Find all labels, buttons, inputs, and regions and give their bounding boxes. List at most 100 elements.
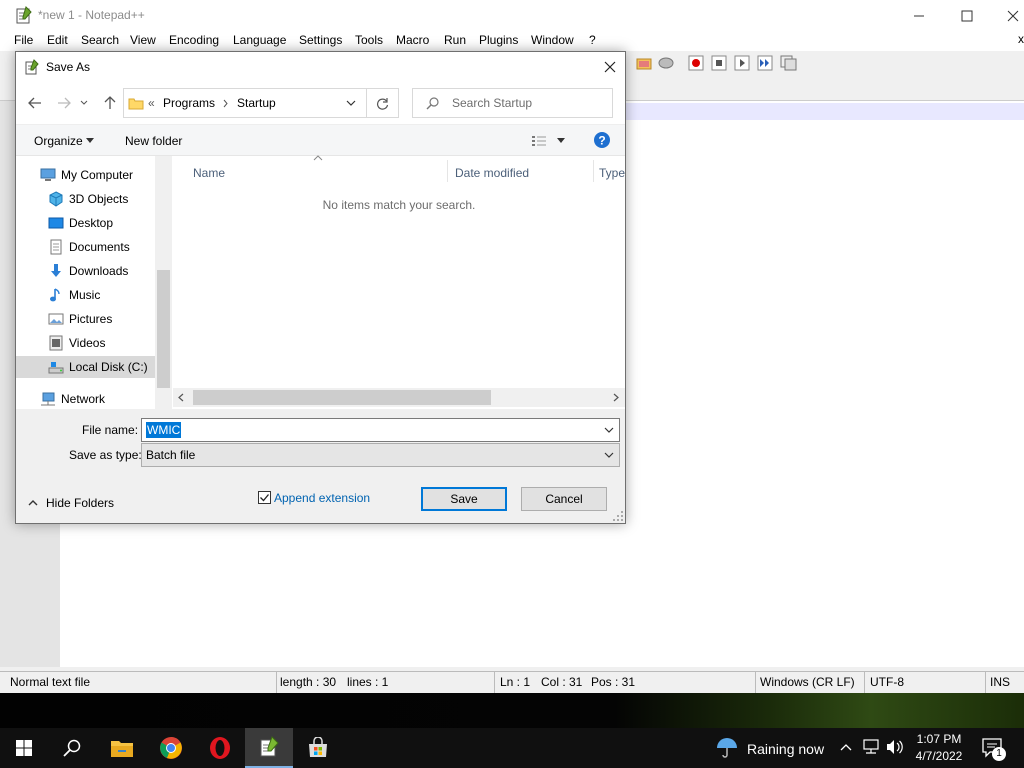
file-name-dropdown-icon[interactable] [603,424,615,436]
search-box[interactable]: Search Startup [412,88,613,118]
tree-item-desktop[interactable]: Desktop [16,212,172,234]
horizontal-scroll-thumb[interactable] [193,390,491,405]
notepadpp-taskbar-icon[interactable] [245,728,293,768]
up-arrow-icon[interactable] [99,92,121,114]
save-button[interactable]: Save [421,487,507,511]
dialog-close-button[interactable] [595,52,625,82]
resize-grip-icon[interactable] [612,510,624,522]
minimize-button[interactable] [896,0,942,31]
close-window-button[interactable] [990,0,1024,31]
navigation-pane-scroll-thumb[interactable] [157,270,170,388]
organize-dropdown-icon[interactable] [86,138,94,143]
column-header-name[interactable]: Name [193,166,225,180]
dialog-app-icon [24,59,40,75]
refresh-button[interactable] [367,88,399,118]
tree-item-videos[interactable]: Videos [16,332,172,354]
status-encoding: UTF-8 [870,675,904,689]
new-folder-button[interactable]: New folder [125,134,182,148]
clock-time[interactable]: 1:07 PM [916,732,962,746]
tree-item-documents[interactable]: Documents [16,236,172,258]
chrome-taskbar-icon[interactable] [147,728,195,768]
computer-icon [40,167,56,183]
column-header-type[interactable]: Type [599,166,625,180]
menu-search[interactable]: Search [81,33,119,47]
menu-window[interactable]: Window [531,33,574,47]
macro-save-icon[interactable] [780,55,798,71]
search-taskbar-button[interactable] [48,728,96,768]
forward-arrow-icon[interactable] [53,92,75,114]
tree-item-3d-objects[interactable]: 3D Objects [16,188,172,210]
toolbar-folder-icon[interactable] [636,55,652,71]
menu-file[interactable]: File [14,33,33,47]
file-name-label: File name: [82,423,139,437]
help-icon[interactable]: ? [593,131,611,149]
svg-text:?: ? [598,134,605,148]
macro-play-icon[interactable] [734,55,750,71]
status-pos: Pos : 31 [591,675,636,689]
menu-view[interactable]: View [130,33,156,47]
column-header-date-modified[interactable]: Date modified [455,166,529,180]
status-bar: Normal text file length : 30 lines : 1 L… [0,671,1024,694]
pictures-icon [48,311,64,327]
breadcrumb-startup[interactable]: Startup [237,96,276,110]
breadcrumb-programs[interactable]: Programs [163,96,215,110]
save-as-dialog: Save As « Programs Startup Search Startu… [15,51,626,524]
tree-label: Videos [69,336,106,350]
menu-run[interactable]: Run [444,33,466,47]
tree-item-my-computer[interactable]: My Computer [16,164,172,186]
back-arrow-icon[interactable] [24,92,46,114]
network-tray-icon[interactable] [862,739,880,755]
menu-encoding[interactable]: Encoding [169,33,219,47]
tree-item-music[interactable]: Music [16,284,172,306]
save-as-type-select[interactable]: Batch file [141,443,620,467]
breadcrumb-overflow[interactable]: « [148,96,155,110]
menu-plugins[interactable]: Plugins [479,33,518,47]
cancel-button[interactable]: Cancel [521,487,607,511]
clock-date[interactable]: 4/7/2022 [912,749,966,763]
append-extension-checkbox[interactable] [258,491,271,504]
organize-button[interactable]: Organize [34,134,83,148]
append-extension-label[interactable]: Append extension [274,491,370,505]
tree-label: Documents [69,240,130,254]
scroll-right-icon[interactable] [613,393,619,402]
tree-item-local-disk[interactable]: Local Disk (C:) [16,356,172,378]
network-icon [40,391,56,407]
show-hidden-icons-chevron-icon[interactable] [840,743,852,751]
tree-label: Local Disk (C:) [69,360,148,374]
macro-stop-icon[interactable] [711,55,727,71]
microsoft-store-taskbar-icon[interactable] [294,728,342,768]
weather-umbrella-icon[interactable] [716,737,738,759]
save-as-type-dropdown-icon[interactable] [603,449,615,461]
tree-item-pictures[interactable]: Pictures [16,308,172,330]
sort-ascending-icon [313,155,323,161]
scroll-left-icon[interactable] [178,393,184,402]
menu-edit[interactable]: Edit [47,33,68,47]
recent-locations-chevron-icon[interactable] [78,92,90,114]
start-button[interactable] [0,728,48,768]
weather-text[interactable]: Raining now [747,741,824,757]
menu-language[interactable]: Language [233,33,286,47]
maximize-button[interactable] [944,0,990,31]
file-explorer-taskbar-icon[interactable] [98,728,146,768]
macro-run-multiple-icon[interactable] [757,55,773,71]
menu-macro[interactable]: Macro [396,33,429,47]
tree-label: 3D Objects [69,192,129,206]
menu-close-doc-icon[interactable]: x [1018,32,1024,46]
file-name-input[interactable]: WMIC [141,418,620,442]
address-dropdown-icon[interactable] [346,100,356,107]
toolbar-monitor-icon[interactable] [658,55,674,71]
menu-help[interactable]: ? [589,33,596,47]
macro-record-icon[interactable] [688,55,704,71]
tree-label: My Computer [61,168,134,182]
tree-item-network[interactable]: Network [16,388,172,409]
view-options-icon[interactable] [531,134,547,148]
navigation-pane-scrollbar[interactable] [155,156,172,409]
file-list-horizontal-scrollbar[interactable] [173,388,625,407]
menu-settings[interactable]: Settings [299,33,342,47]
tree-item-downloads[interactable]: Downloads [16,260,172,282]
volume-tray-icon[interactable] [886,739,904,755]
menu-tools[interactable]: Tools [355,33,383,47]
address-bar[interactable]: « Programs Startup [123,88,367,118]
view-dropdown-icon[interactable] [557,138,565,143]
opera-taskbar-icon[interactable] [196,728,244,768]
